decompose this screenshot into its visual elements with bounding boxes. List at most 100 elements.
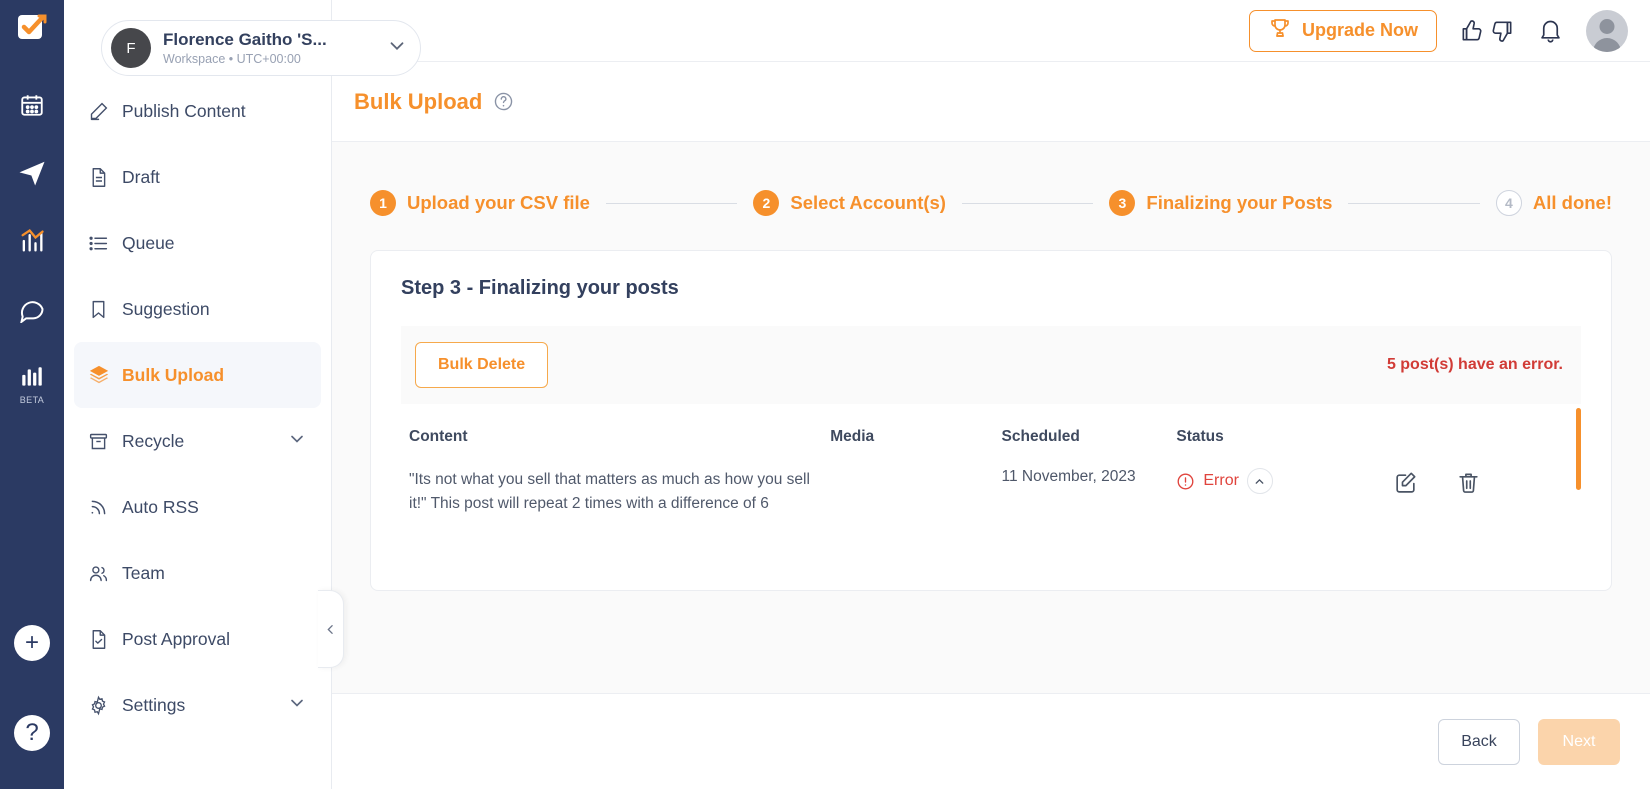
stepper: 1 Upload your CSV file 2 Select Account(… xyxy=(354,142,1628,250)
thumbs-down-icon[interactable] xyxy=(1489,18,1515,44)
error-circle-icon xyxy=(1176,472,1195,491)
sidebar-nav: Publish Content Draft Queue Suggestion B… xyxy=(64,0,331,738)
sidebar-item-suggestion[interactable]: Suggestion xyxy=(74,276,321,342)
step-label: Upload your CSV file xyxy=(407,192,590,213)
document-icon xyxy=(88,167,122,188)
sidebar-item-recycle[interactable]: Recycle xyxy=(74,408,321,474)
trophy-icon xyxy=(1268,16,1292,45)
post-content-text: "Its not what you sell that matters as m… xyxy=(409,471,810,513)
sidebar: F Florence Gaitho 'S... Workspace • UTC+… xyxy=(64,0,421,789)
status-text: Error xyxy=(1203,472,1239,489)
bulk-delete-button[interactable]: Bulk Delete xyxy=(415,342,549,388)
archive-icon xyxy=(88,431,122,452)
sidebar-item-queue[interactable]: Queue xyxy=(74,210,321,276)
row-actions xyxy=(1393,468,1581,495)
upgrade-now-button[interactable]: Upgrade Now xyxy=(1248,9,1437,52)
page-title: Bulk Upload xyxy=(354,88,483,114)
sidebar-label: Queue xyxy=(122,232,175,253)
table-header-row: Content Media Scheduled Status xyxy=(401,404,1581,468)
chevron-down-icon[interactable] xyxy=(287,429,307,454)
sidebar-item-auto-rss[interactable]: Auto RSS xyxy=(74,474,321,540)
error-summary: 5 post(s) have an error. xyxy=(1386,356,1563,373)
sidebar-label: Recycle xyxy=(122,430,185,451)
sidebar-label: Bulk Upload xyxy=(122,364,225,385)
step-connector xyxy=(961,202,1094,204)
chevron-down-icon[interactable] xyxy=(287,693,307,718)
rail-item-analytics[interactable] xyxy=(0,207,64,275)
sidebar-item-publish-content[interactable]: Publish Content xyxy=(74,78,321,144)
avatar[interactable] xyxy=(1586,9,1628,52)
edit-icon[interactable] xyxy=(1393,470,1418,495)
table-row: "Its not what you sell that matters as m… xyxy=(401,468,1581,560)
trash-icon[interactable] xyxy=(1456,470,1481,495)
layers-icon xyxy=(88,364,122,386)
status-badge: Error xyxy=(1176,468,1392,494)
rail-help-button[interactable]: ? xyxy=(0,699,64,767)
sidebar-label: Post Approval xyxy=(122,628,230,649)
rail-item-reports[interactable]: BETA xyxy=(0,343,64,411)
users-icon xyxy=(88,563,122,584)
column-header-actions xyxy=(1393,404,1581,468)
rss-icon xyxy=(88,497,122,518)
sidebar-label: Draft xyxy=(122,166,160,187)
workspace-subtitle: Workspace • UTC+00:00 xyxy=(163,51,301,66)
step-number: 3 xyxy=(1109,190,1136,216)
step-2[interactable]: 2 Select Account(s) xyxy=(753,190,946,216)
top-bar: Upgrade Now xyxy=(332,0,1650,62)
sidebar-label: Suggestion xyxy=(122,298,210,319)
step-4[interactable]: 4 All done! xyxy=(1495,190,1612,216)
upgrade-now-label: Upgrade Now xyxy=(1301,20,1418,40)
card-toolbar: Bulk Delete 5 post(s) have an error. xyxy=(401,326,1581,404)
bookmark-icon xyxy=(88,299,122,320)
cell-status: Error xyxy=(1176,468,1392,560)
cell-content: "Its not what you sell that matters as m… xyxy=(401,468,830,560)
bell-icon[interactable] xyxy=(1537,17,1564,44)
column-header-content: Content xyxy=(409,428,468,445)
sidebar-label: Auto RSS xyxy=(122,496,199,517)
step-3[interactable]: 3 Finalizing your Posts xyxy=(1109,190,1332,216)
column-header-media: Media xyxy=(830,428,875,445)
sidebar-item-draft[interactable]: Draft xyxy=(74,144,321,210)
step-number: 4 xyxy=(1495,190,1522,216)
step-connector xyxy=(605,202,738,204)
sidebar-label: Publish Content xyxy=(122,100,246,121)
sidebar-item-team[interactable]: Team xyxy=(74,540,321,606)
rail-item-calendar[interactable] xyxy=(0,71,64,139)
workspace-selector[interactable]: F Florence Gaitho 'S... Workspace • UTC+… xyxy=(101,20,421,76)
back-button[interactable]: Back xyxy=(1438,718,1520,765)
app-root: BETA + ? F Florence Gaitho 'S... Workspa… xyxy=(0,0,1650,789)
column-header-status: Status xyxy=(1176,428,1224,445)
main-area: Upgrade Now Bulk Upload 1 Upload your CS… xyxy=(332,0,1650,789)
app-logo[interactable] xyxy=(15,10,49,49)
sidebar-item-post-approval[interactable]: Post Approval xyxy=(74,606,321,672)
finalize-card: Step 3 - Finalizing your posts Bulk Dele… xyxy=(370,250,1612,592)
sidebar-label: Settings xyxy=(122,694,186,715)
workspace-text: Florence Gaitho 'S... Workspace • UTC+00… xyxy=(163,30,382,66)
cell-scheduled: 11 November, 2023 xyxy=(1001,468,1136,485)
gear-icon xyxy=(88,695,122,716)
step-1[interactable]: 1 Upload your CSV file xyxy=(370,190,590,216)
step-connector xyxy=(1348,202,1480,204)
scrollbar[interactable] xyxy=(1576,408,1581,490)
sidebar-item-settings[interactable]: Settings xyxy=(74,672,321,738)
column-header-scheduled: Scheduled xyxy=(1001,428,1080,445)
chevron-up-icon[interactable] xyxy=(1246,468,1273,494)
question-circle-icon[interactable] xyxy=(493,91,514,112)
list-icon xyxy=(88,233,122,254)
step-number: 1 xyxy=(370,190,396,216)
chevron-down-icon[interactable] xyxy=(382,35,412,62)
rail-add-button[interactable]: + xyxy=(0,609,64,677)
step-label: Select Account(s) xyxy=(790,192,946,213)
icon-rail: BETA + ? xyxy=(0,0,64,789)
posts-table: Content Media Scheduled Status "Its not … xyxy=(401,404,1581,560)
rail-item-chat[interactable] xyxy=(0,275,64,343)
add-icon: + xyxy=(14,625,50,661)
posts-table-wrap: Content Media Scheduled Status "Its not … xyxy=(401,404,1581,560)
footer-bar: Back Next xyxy=(332,693,1650,789)
beta-badge: BETA xyxy=(19,395,45,405)
next-button[interactable]: Next xyxy=(1538,718,1620,765)
thumbs-up-icon[interactable] xyxy=(1459,18,1485,44)
rail-item-publish[interactable] xyxy=(0,139,64,207)
help-icon: ? xyxy=(14,715,50,751)
sidebar-item-bulk-upload[interactable]: Bulk Upload xyxy=(74,342,321,408)
